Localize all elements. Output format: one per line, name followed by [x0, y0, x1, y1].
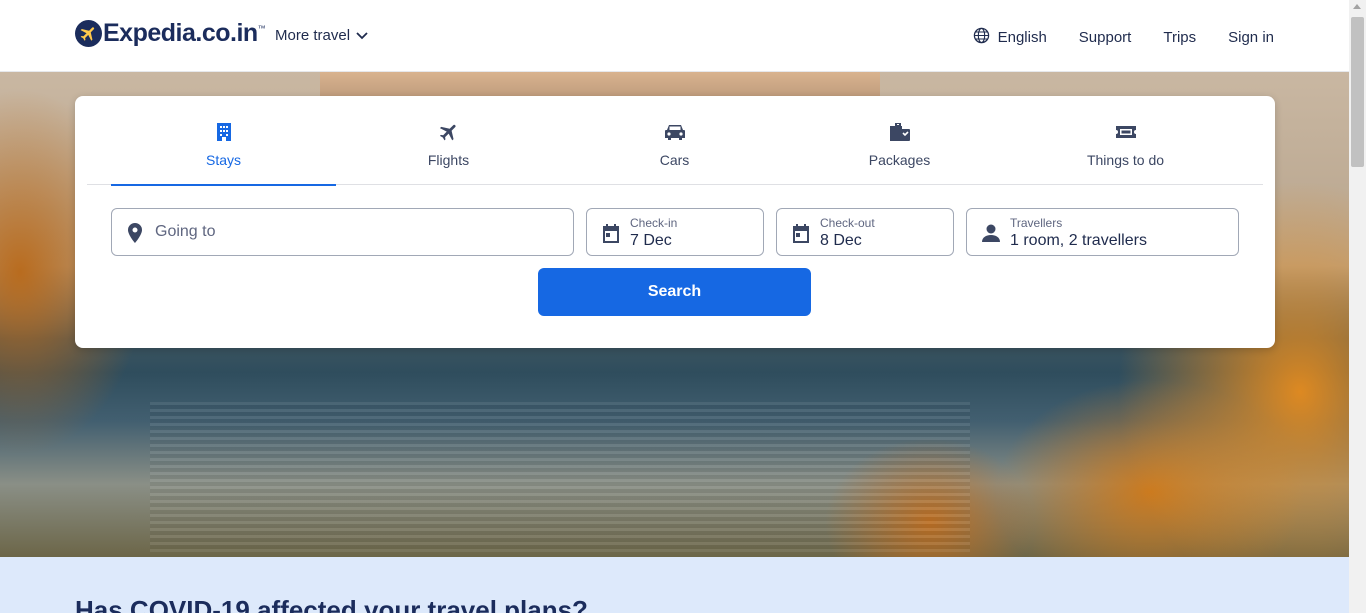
language-label: English: [997, 29, 1047, 46]
ticket-icon: [1115, 120, 1137, 144]
location-pin-icon: [126, 222, 144, 249]
tab-stays[interactable]: Stays: [111, 96, 336, 186]
tab-label: Stays: [205, 152, 241, 168]
more-travel-menu[interactable]: More travel: [275, 27, 368, 44]
going-to-placeholder: Going to: [155, 223, 216, 240]
travellers-field[interactable]: Travellers 1 room, 2 travellers: [966, 208, 1239, 256]
tab-things-to-do[interactable]: Things to do: [1013, 96, 1238, 185]
check-in-field[interactable]: Check-in 7 Dec: [586, 208, 764, 256]
expedia-logo[interactable]: Expedia.co.in ™: [75, 19, 266, 48]
tab-flights[interactable]: Flights: [336, 96, 561, 185]
covid-heading: Has COVID-19 affected your travel plans?: [75, 595, 588, 613]
logo-trademark: ™: [257, 24, 266, 33]
check-in-value: 7 Dec: [630, 232, 672, 249]
scrollbar-thumb[interactable]: [1351, 17, 1364, 167]
travel-type-tabs: Stays Flights Cars Packages Things to do: [87, 96, 1263, 186]
check-out-value: 8 Dec: [820, 232, 862, 249]
support-link[interactable]: Support: [1079, 29, 1132, 46]
tab-label: Flights: [427, 152, 470, 168]
language-selector[interactable]: English: [973, 27, 1047, 48]
going-to-field[interactable]: Going to: [111, 208, 574, 256]
person-icon: [981, 222, 1001, 249]
tab-cars[interactable]: Cars: [562, 96, 787, 185]
car-icon: [663, 120, 687, 144]
chevron-down-icon: [356, 27, 368, 44]
check-out-label: Check-out: [820, 216, 875, 230]
suitcase-icon: [888, 120, 912, 144]
trips-link[interactable]: Trips: [1163, 29, 1196, 46]
calendar-icon: [791, 222, 811, 249]
search-card: Stays Flights Cars Packages Things to do…: [75, 96, 1275, 348]
lake-reflection: [150, 402, 970, 552]
check-out-field[interactable]: Check-out 8 Dec: [776, 208, 954, 256]
airplane-logo-icon: [75, 20, 102, 47]
building-icon: [215, 120, 233, 144]
logo-text: Expedia.co.in: [103, 19, 258, 47]
top-navbar: Expedia.co.in ™ More travel English Supp…: [0, 0, 1349, 72]
tab-label: Cars: [659, 152, 690, 168]
search-button[interactable]: Search: [538, 268, 811, 316]
check-in-label: Check-in: [630, 216, 678, 230]
page: Expedia.co.in ™ More travel English Supp…: [0, 0, 1366, 613]
calendar-icon: [601, 222, 621, 249]
header-actions: English Support Trips Sign in: [973, 27, 1274, 48]
globe-icon: [973, 27, 990, 48]
covid-section: Has COVID-19 affected your travel plans?: [0, 557, 1349, 613]
tab-label: Things to do: [1086, 152, 1165, 168]
airplane-icon: [438, 120, 460, 144]
travellers-value: 1 room, 2 travellers: [1010, 232, 1147, 249]
travellers-label: Travellers: [1010, 216, 1063, 230]
more-travel-label: More travel: [275, 27, 351, 44]
tab-packages[interactable]: Packages: [787, 96, 1012, 185]
sign-in-link[interactable]: Sign in: [1228, 29, 1274, 46]
scroll-up-arrow-icon[interactable]: [1353, 4, 1361, 9]
tab-label: Packages: [868, 152, 931, 168]
